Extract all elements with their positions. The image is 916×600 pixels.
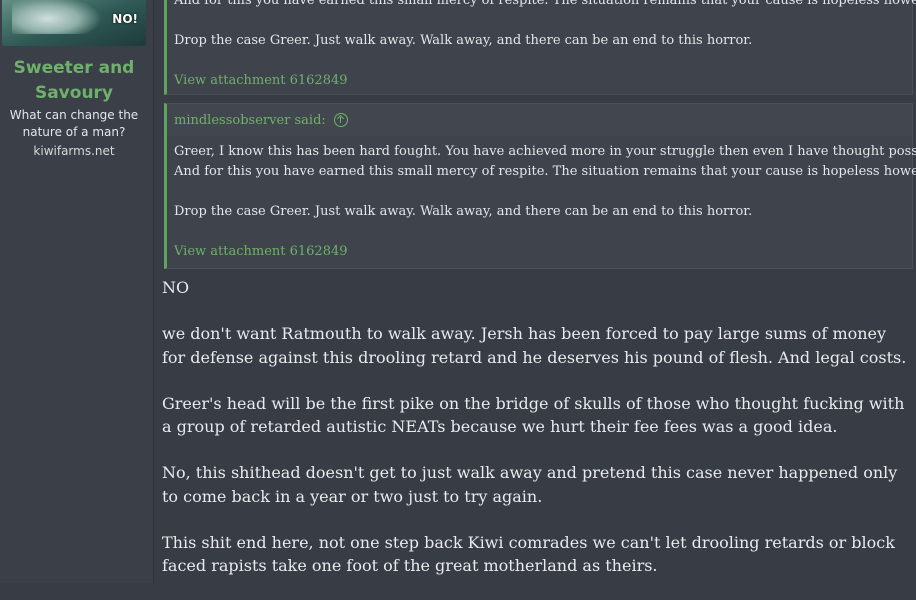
post-paragraph: This shit end here, not one step back Ki… <box>162 532 895 576</box>
post-content: And for this you have earned this small … <box>154 0 916 583</box>
user-site-label: kiwifarms.net <box>33 144 115 158</box>
avatar-image <box>12 0 102 34</box>
quote-author-link[interactable]: mindlessobserver said: <box>174 113 326 128</box>
attachment-link[interactable]: View attachment 6162849 <box>174 242 905 262</box>
quote-block-outer: And for this you have earned this small … <box>164 0 916 95</box>
quote-text-line: Drop the case Greer. Just walk away. Wal… <box>174 33 753 48</box>
avatar-badge: NO! <box>112 12 138 26</box>
attachment-link[interactable]: View attachment 6162849 <box>174 71 905 91</box>
user-sidebar: NO! Sweeter and Savoury What can change … <box>0 0 154 583</box>
quote-text-line: And for this you have earned this small … <box>174 164 916 179</box>
jump-to-quote-icon[interactable] <box>333 113 348 127</box>
post-paragraph: Greer's head will be the first pike on t… <box>162 393 905 437</box>
quote-header: mindlessobserver said: <box>167 104 912 136</box>
user-title: What can change the nature of a man? <box>9 108 139 139</box>
quote-body: Greer, I know this has been hard fought.… <box>167 136 916 262</box>
avatar[interactable]: NO! <box>2 0 146 46</box>
quote-text-line: Drop the case Greer. Just walk away. Wal… <box>174 204 753 219</box>
quote-text-line: Greer, I know this has been hard fought.… <box>174 144 916 159</box>
post-body: NO we don't want Ratmouth to walk away. … <box>162 276 914 600</box>
quote-block: mindlessobserver said: Greer, I know thi… <box>164 103 916 269</box>
post-paragraph: we don't want Ratmouth to walk away. Jer… <box>162 324 907 367</box>
quote-body: And for this you have earned this small … <box>167 0 916 91</box>
post-paragraph: No, this shithead doesn't get to just wa… <box>162 463 898 506</box>
post-paragraph: NO <box>162 278 190 297</box>
quote-text-line: And for this you have earned this small … <box>174 0 916 8</box>
username-link[interactable]: Sweeter and Savoury <box>0 56 148 106</box>
